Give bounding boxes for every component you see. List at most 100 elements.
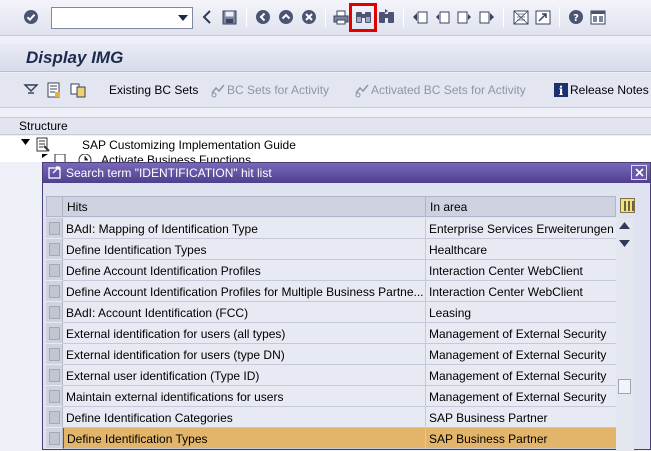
hit-cell[interactable]: External user identification (Type ID) — [63, 365, 426, 386]
back-icon[interactable] — [254, 8, 272, 26]
scroll-up-icon[interactable] — [619, 222, 630, 229]
activated-bc-sets-for-activity-button[interactable]: Activated BC Sets for Activity — [371, 83, 526, 97]
row-selector[interactable] — [46, 407, 63, 428]
table-row[interactable]: Maintain external identifications for us… — [46, 386, 644, 407]
where-used-icon[interactable] — [70, 82, 86, 98]
hit-cell[interactable]: Define Identification Types — [63, 239, 426, 260]
svg-text:?: ? — [573, 13, 579, 24]
new-session-icon[interactable] — [512, 8, 530, 26]
column-header-area[interactable]: In area — [426, 196, 616, 217]
hit-cell[interactable]: Define Account Identification Profiles — [63, 260, 426, 281]
column-settings-icon[interactable] — [620, 198, 635, 213]
table-row[interactable]: Define Identification Types SAP Business … — [46, 428, 644, 449]
area-cell[interactable]: Management of External Security — [426, 386, 617, 407]
row-selector[interactable] — [46, 344, 63, 365]
table-row[interactable]: External user identification (Type ID) Ma… — [46, 365, 644, 386]
img-document-icon — [36, 137, 50, 152]
info-icon: i — [554, 83, 568, 98]
table-row[interactable]: Define Identification Categories SAP Busi… — [46, 407, 644, 428]
enter-icon[interactable] — [22, 8, 40, 26]
collapsed-arrow-icon[interactable] — [42, 154, 48, 158]
table-row[interactable]: Define Account Identification Profiles In… — [46, 260, 644, 281]
row-selector[interactable] — [46, 323, 63, 344]
command-input[interactable] — [52, 8, 172, 28]
chevron-down-icon[interactable] — [174, 8, 192, 28]
last-page-icon[interactable] — [478, 8, 496, 26]
bc-set-icon — [211, 84, 225, 98]
hit-cell[interactable]: BAdI: Account Identification (FCC) — [63, 302, 426, 323]
tree-node-label: Activate Business Functions — [101, 154, 252, 162]
history-back-icon[interactable] — [198, 8, 216, 26]
dialog-title-bar[interactable]: Search term "IDENTIFICATION" hit list — [43, 163, 650, 183]
next-page-icon[interactable] — [456, 8, 474, 26]
table-row[interactable]: Define Identification Types Healthcare — [46, 239, 644, 260]
close-button[interactable] — [631, 165, 647, 180]
scroll-thumb[interactable] — [618, 379, 631, 394]
tree-node[interactable]: SAP Customizing Implementation Guide — [0, 136, 651, 154]
clock-icon — [78, 154, 92, 162]
system-toolbar: ? — [0, 0, 651, 36]
table-row[interactable]: External identification for users (type … — [46, 344, 644, 365]
area-cell[interactable]: Leasing — [426, 302, 617, 323]
tree-node-label: SAP Customizing Implementation Guide — [82, 138, 296, 152]
save-icon[interactable] — [220, 8, 238, 26]
page-title: Display IMG — [26, 48, 124, 67]
dialog-title: Search term "IDENTIFICATION" hit list — [66, 166, 272, 180]
vertical-scrollbar[interactable] — [616, 218, 634, 451]
hit-cell[interactable]: Define Identification Categories — [63, 407, 426, 428]
shortcut-icon[interactable] — [534, 8, 552, 26]
area-cell[interactable]: Healthcare — [426, 239, 617, 260]
row-selector[interactable] — [46, 365, 63, 386]
hit-cell[interactable]: External identification for users (type … — [63, 344, 426, 365]
hit-cell[interactable]: External identification for users (all t… — [63, 323, 426, 344]
hit-cell[interactable]: Define Identification Types — [63, 428, 426, 449]
table-header: Hits In area — [46, 196, 644, 217]
area-cell[interactable]: Management of External Security — [426, 323, 617, 344]
scroll-down-icon[interactable] — [619, 240, 630, 247]
structure-header-label: Structure — [19, 119, 68, 133]
area-cell[interactable]: Interaction Center WebClient — [426, 281, 617, 302]
svg-text:i: i — [559, 84, 564, 98]
existing-bc-sets-button[interactable]: Existing BC Sets — [109, 83, 198, 97]
bc-sets-for-activity-button[interactable]: BC Sets for Activity — [227, 83, 329, 97]
select-all-cell[interactable] — [46, 196, 63, 217]
hit-cell[interactable]: BAdI: Mapping of Identification Type — [63, 218, 426, 239]
row-selector[interactable] — [46, 302, 63, 323]
print-icon[interactable] — [332, 8, 350, 26]
area-cell[interactable]: Management of External Security — [426, 344, 617, 365]
row-selector[interactable] — [46, 218, 63, 239]
row-selector[interactable] — [46, 428, 63, 449]
documentation-icon[interactable] — [46, 82, 62, 98]
document-icon — [54, 154, 66, 162]
hit-cell[interactable]: Define Account Identification Profiles f… — [63, 281, 426, 302]
layout-menu-icon[interactable] — [589, 8, 607, 26]
row-selector[interactable] — [46, 260, 63, 281]
table-row[interactable]: BAdI: Account Identification (FCC) Leasin… — [46, 302, 644, 323]
find-next-icon[interactable] — [377, 8, 395, 26]
close-icon[interactable] — [634, 168, 644, 177]
first-page-icon[interactable] — [411, 8, 429, 26]
expand-subtree-icon[interactable] — [23, 82, 39, 98]
window-icon — [48, 166, 61, 179]
cancel-icon[interactable] — [300, 8, 318, 26]
table-row[interactable]: Define Account Identification Profiles f… — [46, 281, 644, 302]
column-header-hits[interactable]: Hits — [63, 196, 426, 217]
area-cell[interactable]: SAP Business Partner — [426, 428, 617, 449]
tree-node[interactable]: Activate Business Functions — [0, 154, 651, 162]
hit-cell[interactable]: Maintain external identifications for us… — [63, 386, 426, 407]
table-row[interactable]: External identification for users (all t… — [46, 323, 644, 344]
area-cell[interactable]: Management of External Security — [426, 365, 617, 386]
expanded-arrow-icon[interactable] — [21, 139, 30, 146]
area-cell[interactable]: SAP Business Partner — [426, 407, 617, 428]
row-selector[interactable] — [46, 281, 63, 302]
previous-page-icon[interactable] — [433, 8, 451, 26]
area-cell[interactable]: Enterprise Services Erweiterungen — [426, 218, 617, 239]
release-notes-button[interactable]: Release Notes — [570, 83, 649, 97]
table-row[interactable]: BAdI: Mapping of Identification Type Ente… — [46, 218, 644, 239]
command-field[interactable] — [51, 7, 193, 29]
row-selector[interactable] — [46, 386, 63, 407]
help-icon[interactable]: ? — [567, 8, 585, 26]
row-selector[interactable] — [46, 239, 63, 260]
area-cell[interactable]: Interaction Center WebClient — [426, 260, 617, 281]
exit-icon[interactable] — [277, 8, 295, 26]
